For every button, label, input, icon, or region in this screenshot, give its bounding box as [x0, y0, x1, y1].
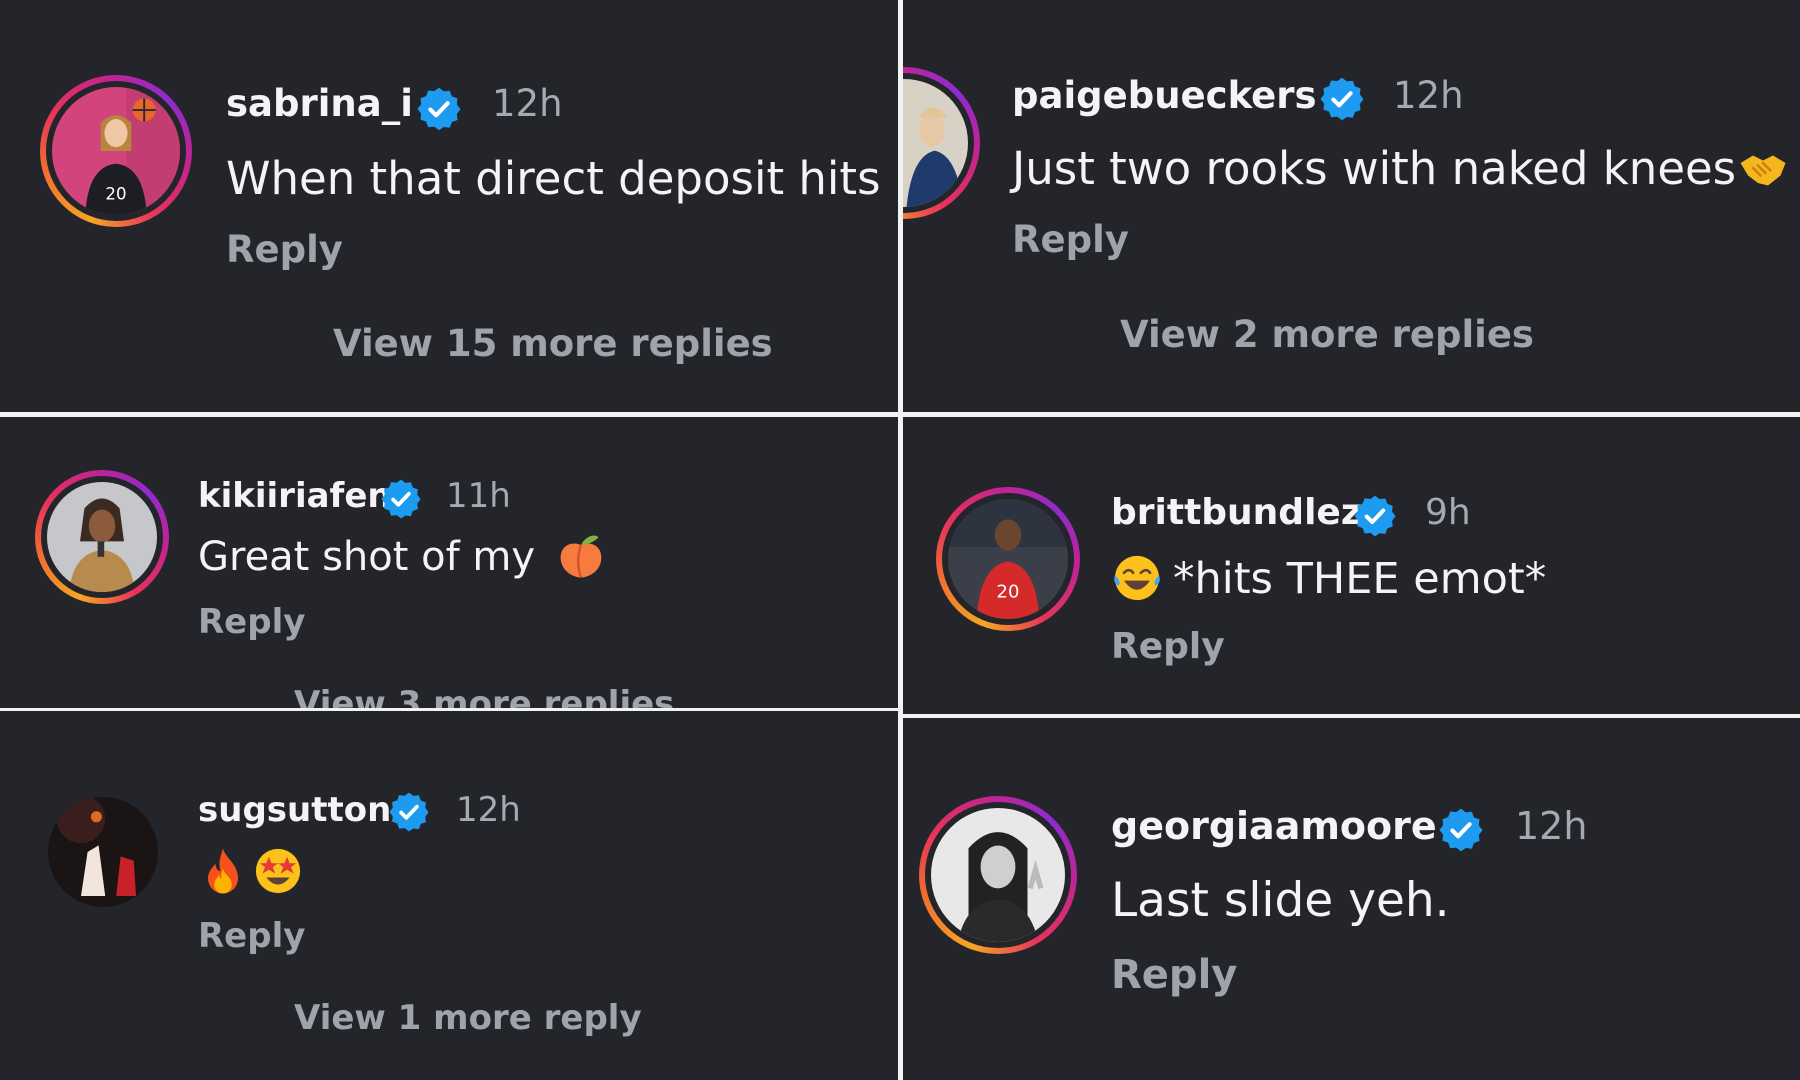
comment-panel-sug: sugsutton 12h Reply View 1 more reply — [0, 713, 898, 1080]
comment-text: Great shot of my — [198, 534, 606, 580]
comment-panel-kiki: kikiiriafen 11h Great shot of my Reply V… — [0, 418, 898, 708]
reply-button[interactable]: Reply — [1111, 626, 1225, 667]
username[interactable]: brittbundlez — [1111, 492, 1362, 533]
timestamp: 9h — [1425, 492, 1471, 533]
comment-panel-sabrina: 20 sabrina_i 12h When that direct deposi… — [0, 0, 898, 412]
comment-panel-paige: paigebueckers 12h Just two rooks with na… — [903, 0, 1800, 412]
avatar[interactable]: 20 — [40, 75, 192, 227]
timestamp: 12h — [1393, 74, 1464, 117]
comment-text: *hits THEE emot* — [1111, 554, 1546, 604]
jersey-number: 20 — [105, 185, 126, 204]
avatar[interactable] — [48, 797, 158, 907]
verified-badge-icon — [1319, 76, 1365, 122]
username[interactable]: kikiiriafen — [198, 476, 392, 516]
timestamp: 12h — [456, 790, 521, 830]
comment-text-content: Just two rooks with naked knees — [1012, 142, 1737, 195]
timestamp: 12h — [492, 82, 563, 125]
avatar[interactable] — [35, 470, 169, 604]
verified-badge-icon — [1353, 494, 1397, 538]
view-more-replies-button[interactable]: View 1 more reply — [294, 998, 642, 1038]
reply-button[interactable]: Reply — [1012, 218, 1129, 261]
comment-panel-georgia: georgiaamoore 12h Last slide yeh. Reply — [903, 720, 1800, 1080]
username[interactable]: sabrina_i — [226, 82, 413, 125]
reply-button[interactable]: Reply — [226, 228, 343, 271]
verified-badge-icon — [380, 478, 422, 520]
comment-text-content: Great shot of my — [198, 534, 536, 580]
peach-emoji-icon — [560, 535, 602, 578]
verified-badge-icon — [1438, 807, 1484, 853]
comment-text: Just two rooks with naked knees — [1012, 142, 1788, 195]
jersey-number: 20 — [997, 581, 1020, 602]
fire-emoji-icon — [208, 848, 238, 894]
reply-button[interactable]: Reply — [198, 916, 305, 956]
comment-text: When that direct deposit hits — [226, 152, 881, 205]
handshake-emoji-icon — [1740, 155, 1786, 186]
view-more-replies-button[interactable]: View 3 more replies — [294, 684, 674, 708]
laughing-tears-emoji-icon — [1114, 555, 1160, 600]
reply-button[interactable]: Reply — [1111, 952, 1237, 998]
horizontal-divider-left — [0, 708, 898, 711]
horizontal-divider-top — [0, 412, 1800, 417]
username[interactable]: sugsutton — [198, 790, 391, 830]
view-more-replies-button[interactable]: View 15 more replies — [333, 322, 773, 365]
star-struck-emoji-icon — [255, 848, 301, 894]
verified-badge-icon — [388, 791, 430, 833]
view-more-replies-button[interactable]: View 2 more replies — [1120, 313, 1534, 356]
comment-text — [198, 845, 304, 897]
timestamp: 11h — [446, 476, 511, 516]
vertical-divider — [898, 0, 903, 1080]
comment-panel-britt: 20 brittbundlez 9h *hits THEE emot* Repl… — [903, 418, 1800, 714]
username[interactable]: georgiaamoore — [1111, 804, 1437, 848]
reply-button[interactable]: Reply — [198, 602, 305, 642]
verified-badge-icon — [416, 86, 462, 132]
avatar[interactable] — [919, 796, 1077, 954]
avatar[interactable]: 20 — [936, 487, 1080, 631]
username[interactable]: paigebueckers — [1012, 74, 1317, 117]
timestamp: 12h — [1515, 804, 1588, 848]
horizontal-divider-right — [903, 714, 1800, 718]
comment-text-content: *hits THEE emot* — [1173, 554, 1547, 604]
avatar[interactable] — [903, 67, 980, 219]
comment-text: Last slide yeh. — [1111, 873, 1450, 928]
